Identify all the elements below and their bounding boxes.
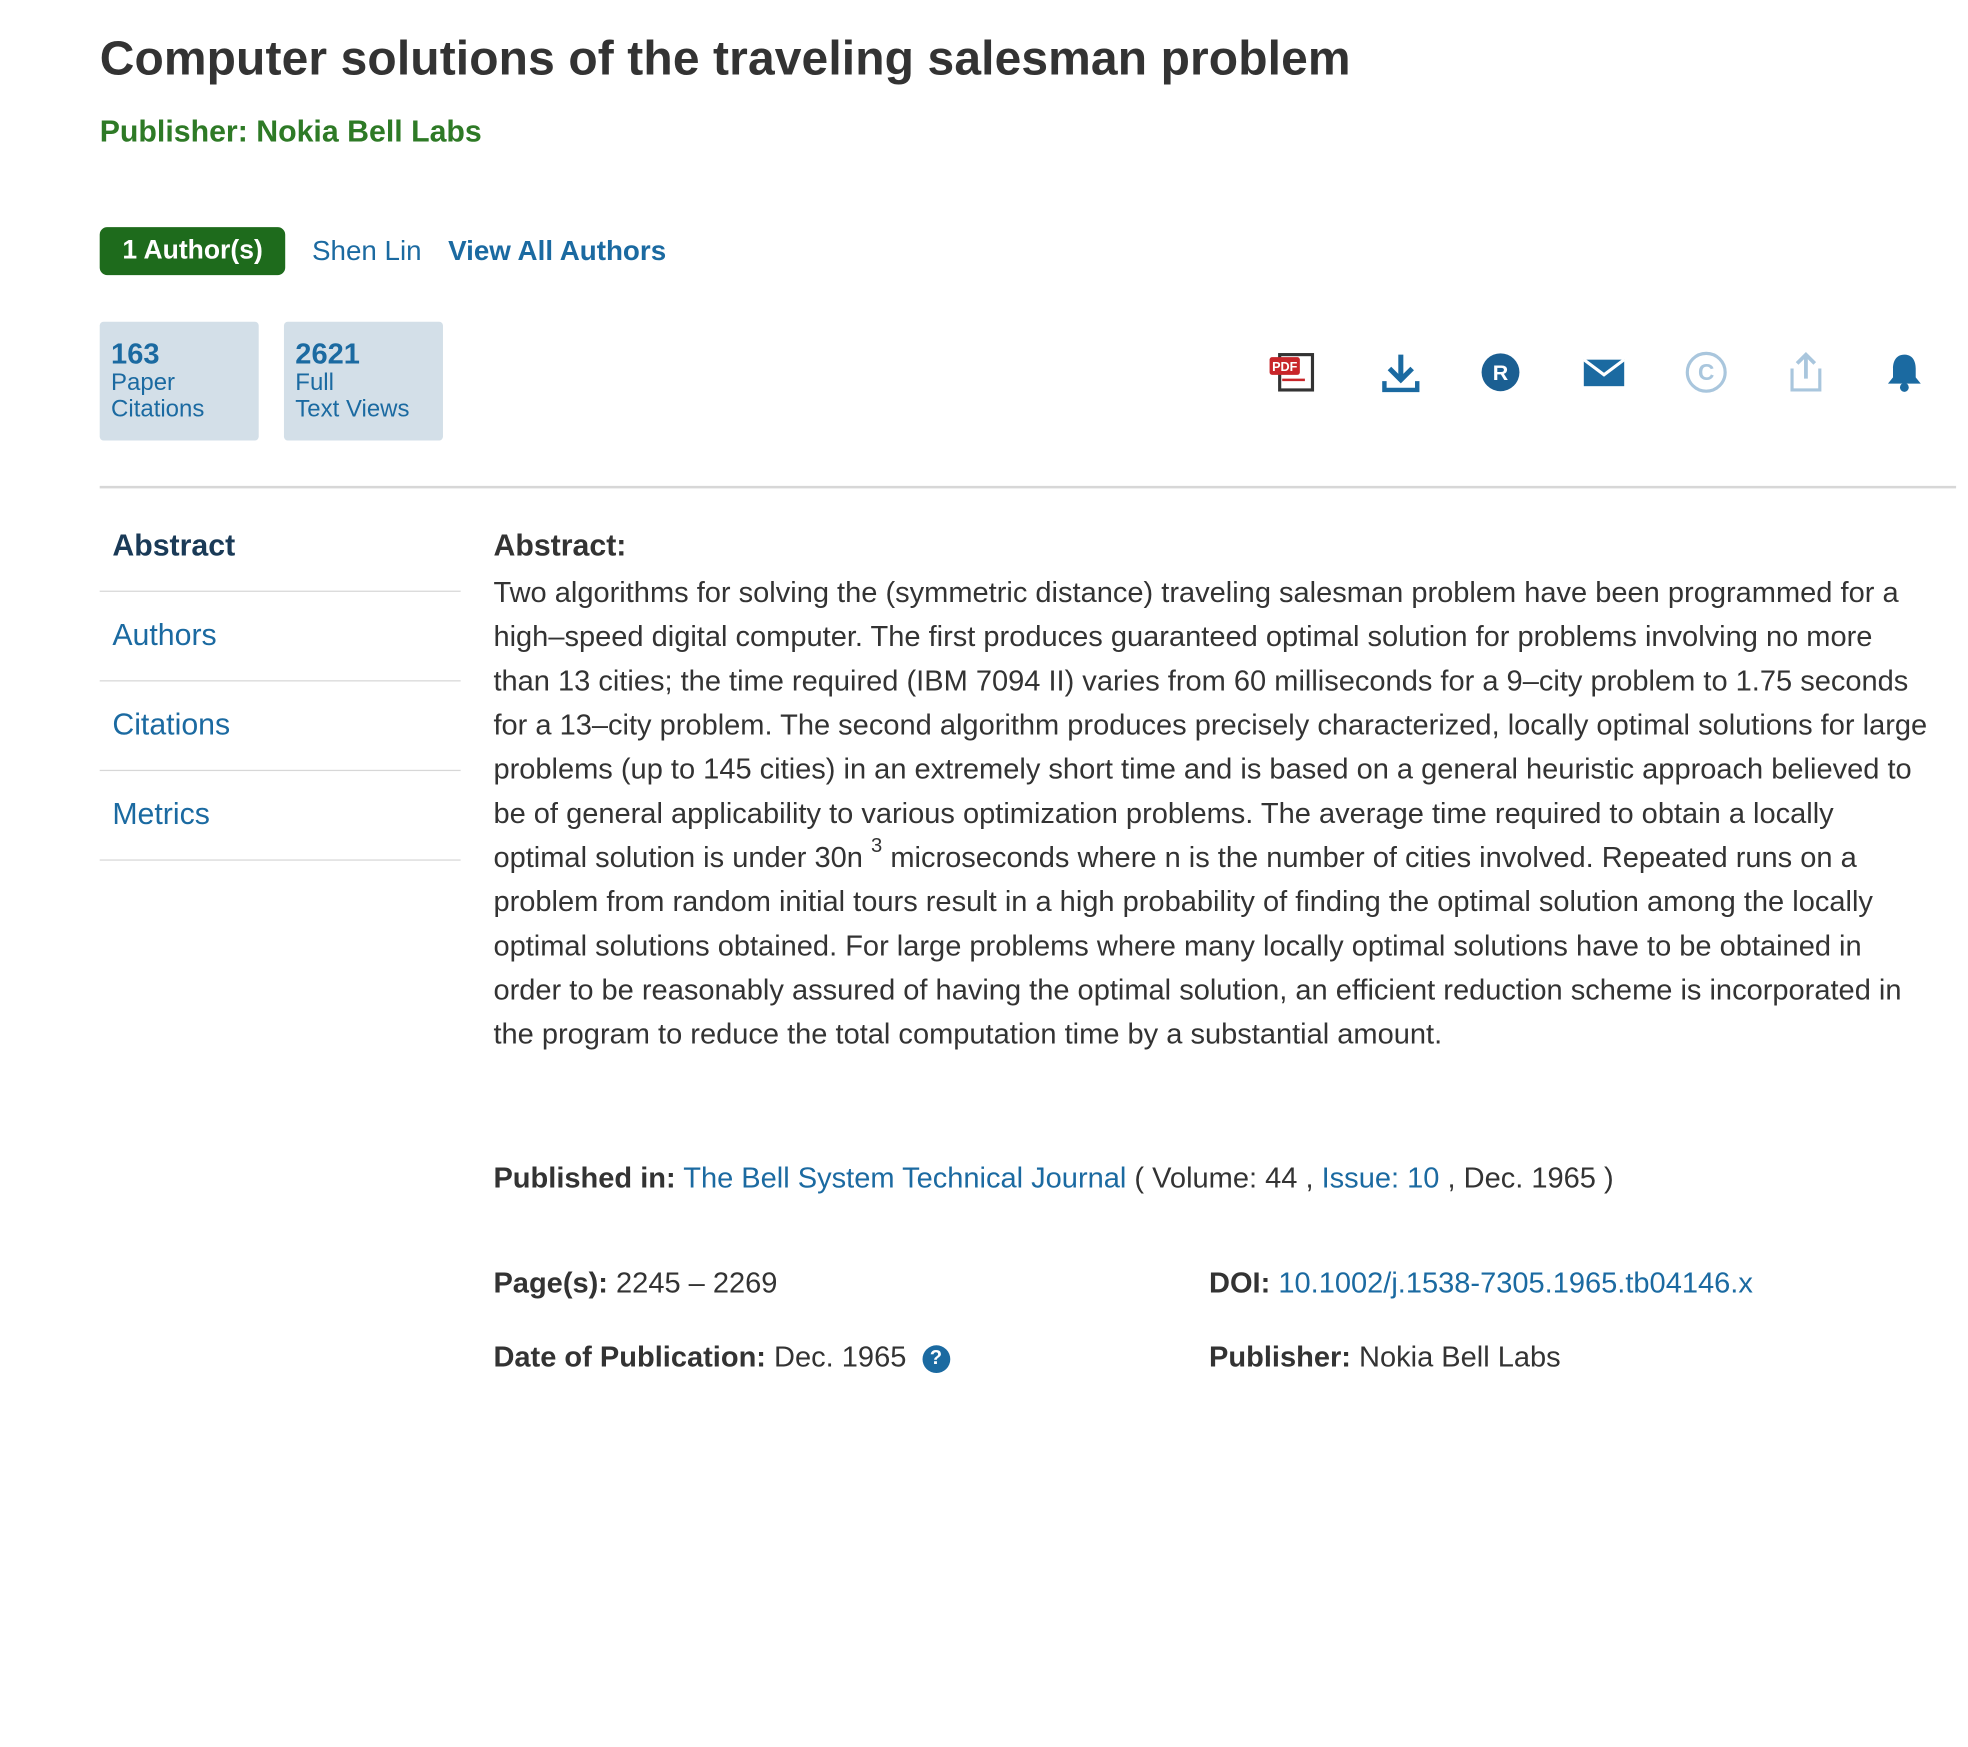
email-icon[interactable] xyxy=(1578,346,1631,399)
metric-label-line2: Text Views xyxy=(295,396,410,423)
pages-value: 2245 – 2269 xyxy=(616,1265,778,1299)
abstract-text: Two algorithms for solving the (symmetri… xyxy=(493,570,1932,1056)
metric-label-line1: Full xyxy=(295,369,334,397)
issue-date: Dec. 1965 xyxy=(1463,1161,1596,1194)
section-divider xyxy=(99,485,1957,489)
journal-link[interactable]: The Bell System Technical Journal xyxy=(683,1161,1126,1194)
author-link[interactable]: Shen Lin xyxy=(312,235,422,268)
publisher-label: Publisher: xyxy=(1208,1340,1351,1374)
metric-full-text-views[interactable]: 2621 Full Text Views xyxy=(283,321,443,441)
pages-label: Page(s): xyxy=(493,1265,608,1299)
metric-paper-citations[interactable]: 163 Paper Citations xyxy=(99,321,259,441)
nav-item-abstract[interactable]: Abstract xyxy=(99,502,461,592)
published-in-label: Published in: xyxy=(493,1161,676,1194)
publication-date-value: Dec. 1965 xyxy=(774,1340,907,1374)
doi-label: DOI: xyxy=(1208,1265,1271,1299)
svg-text:R: R xyxy=(1493,361,1509,385)
doi-field: DOI: 10.1002/j.1538-7305.1965.tb04146.x xyxy=(1209,1266,1753,1300)
abstract-heading: Abstract: xyxy=(493,528,627,563)
publisher-field: Publisher: Nokia Bell Labs xyxy=(1209,1340,1561,1374)
published-in-line: Published in: The Bell System Technical … xyxy=(493,1161,1613,1195)
publisher-value: Nokia Bell Labs xyxy=(1358,1340,1561,1374)
volume-text: Volume: 44 xyxy=(1152,1161,1298,1194)
rights-icon[interactable]: R xyxy=(1474,346,1527,399)
close-paren: ) xyxy=(1595,1161,1614,1194)
svg-text:PDF: PDF xyxy=(1272,360,1298,374)
abstract-superscript: 3 xyxy=(871,835,883,857)
share-icon[interactable] xyxy=(1779,346,1832,399)
nav-item-metrics[interactable]: Metrics xyxy=(99,771,461,861)
separator: , xyxy=(1439,1161,1464,1194)
view-all-authors-link[interactable]: View All Authors xyxy=(448,235,666,268)
publication-date-label: Date of Publication: xyxy=(493,1340,766,1374)
open-paren: ( xyxy=(1126,1161,1153,1194)
metric-value: 163 xyxy=(111,336,160,370)
author-count-badge[interactable]: 1 Author(s) xyxy=(99,227,286,276)
download-icon[interactable] xyxy=(1374,346,1427,399)
issue-link[interactable]: Issue: 10 xyxy=(1322,1161,1440,1194)
doi-link[interactable]: 10.1002/j.1538-7305.1965.tb04146.x xyxy=(1278,1266,1753,1299)
metric-label-line2: Citations xyxy=(111,396,205,423)
pdf-icon[interactable]: PDF xyxy=(1267,346,1320,399)
authors-row: 1 Author(s) Shen Lin View All Authors xyxy=(99,227,666,276)
metric-value: 2621 xyxy=(295,336,360,370)
copyright-icon[interactable]: C xyxy=(1680,346,1733,399)
publisher-line: Publisher: Nokia Bell Labs xyxy=(99,114,482,149)
publication-date-field: Date of Publication: Dec. 1965 ? xyxy=(493,1340,950,1374)
metric-label-line1: Paper xyxy=(111,369,176,397)
alert-bell-icon[interactable] xyxy=(1878,346,1931,399)
pages-field: Page(s): 2245 – 2269 xyxy=(493,1266,777,1300)
svg-text:C: C xyxy=(1698,359,1714,385)
abstract-text-part1: Two algorithms for solving the (symmetri… xyxy=(493,575,1928,874)
separator: , xyxy=(1297,1161,1322,1194)
nav-item-citations[interactable]: Citations xyxy=(99,681,461,772)
article-page: Computer solutions of the traveling sale… xyxy=(0,0,1968,1747)
nav-item-authors[interactable]: Authors xyxy=(99,592,461,682)
abstract-section: Abstract: Two algorithms for solving the… xyxy=(493,528,1932,1056)
help-icon[interactable]: ? xyxy=(922,1345,950,1374)
article-section-nav: Abstract Authors Citations Metrics xyxy=(99,502,461,861)
article-title: Computer solutions of the traveling sale… xyxy=(99,32,1351,86)
